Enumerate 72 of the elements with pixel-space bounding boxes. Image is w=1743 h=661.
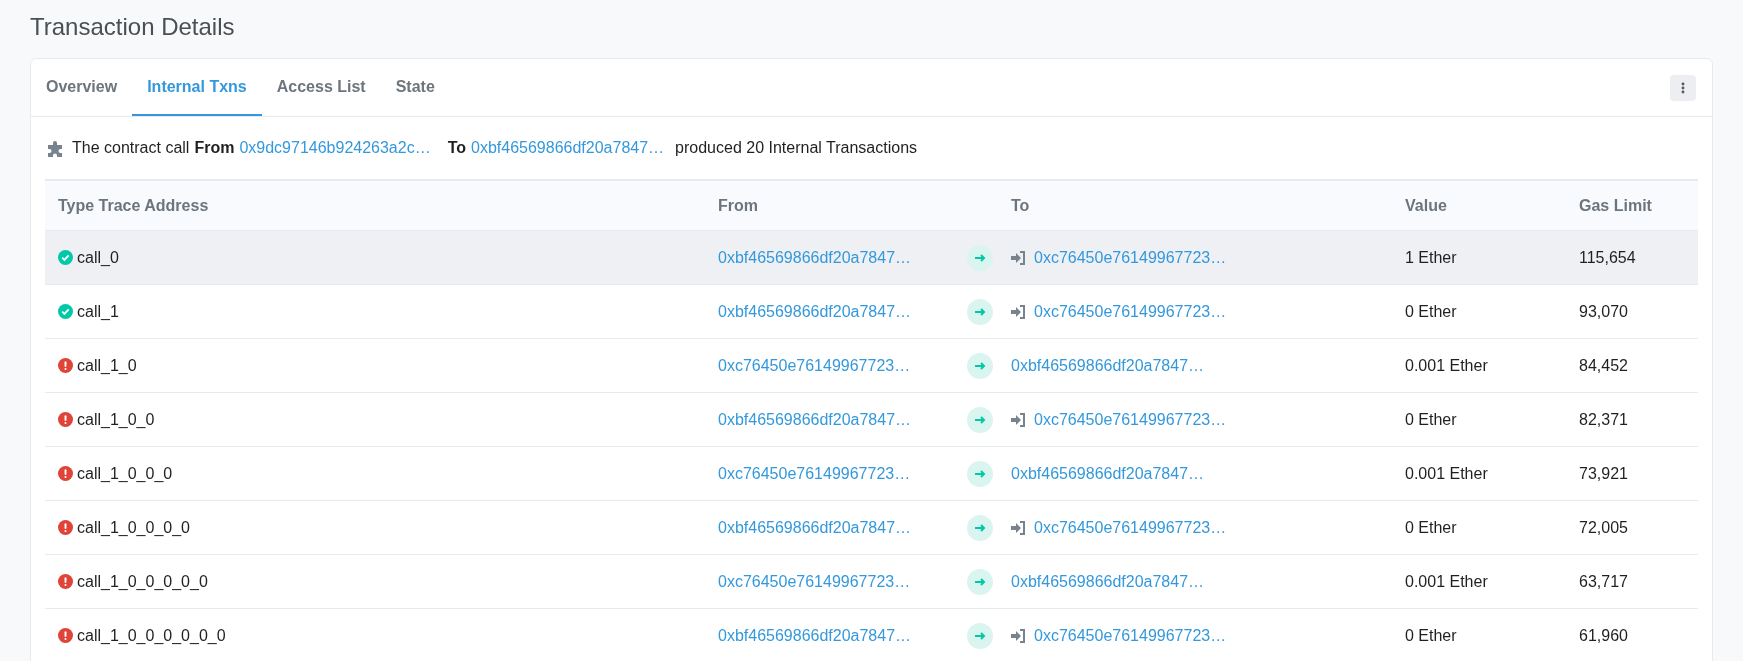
check-circle-icon <box>58 304 73 319</box>
summary-text: The contract call <box>72 138 190 158</box>
value-text: 0.001 Ether <box>1405 571 1489 592</box>
gas-limit-text: 115,654 <box>1579 247 1637 268</box>
gas-limit-text: 82,371 <box>1579 409 1629 430</box>
summary-text: produced 20 Internal Transactions <box>675 138 918 158</box>
exclamation-circle-icon <box>58 412 73 427</box>
gas-limit-text: 72,005 <box>1579 517 1629 538</box>
trace-address: call_1_0_0_0 <box>77 463 173 484</box>
trace-address: call_1_0_0_0_0_0_0 <box>77 625 226 646</box>
value-text: 0 Ether <box>1405 517 1458 538</box>
gas-limit-text: 93,070 <box>1579 301 1629 322</box>
sign-in-icon <box>1011 304 1026 319</box>
exclamation-circle-icon <box>58 628 73 643</box>
more-options-button[interactable] <box>1670 74 1696 101</box>
address-link[interactable]: 0xbf46569866df20a7847… <box>718 299 912 324</box>
address-link[interactable]: 0xc76450e76149967723… <box>718 461 911 486</box>
column-header: From <box>717 195 759 216</box>
address-link[interactable]: 0xbf46569866df20a7847… <box>1011 353 1205 378</box>
tab[interactable]: Internal Txns <box>132 59 262 116</box>
table-row[interactable]: call_0 0xbf46569866df20a7847… 0xc76450e76149967723… 1 Ether 115,654 <box>45 231 1698 285</box>
address-link[interactable]: 0xbf46569866df20a7847… <box>1011 569 1205 594</box>
sign-in-icon <box>1011 628 1026 643</box>
trace-address: call_1_0_0 <box>77 409 155 430</box>
value-text: 1 Ether <box>1405 247 1458 268</box>
value-text: 0.001 Ether <box>1405 463 1489 484</box>
gas-limit-text: 61,960 <box>1579 625 1629 646</box>
value-text: 0 Ether <box>1405 625 1458 646</box>
tab[interactable]: Overview <box>31 59 133 116</box>
to-label: To <box>447 138 467 158</box>
gas-limit-text: 63,717 <box>1579 571 1629 592</box>
sign-in-icon <box>1011 520 1026 535</box>
value-text: 0 Ether <box>1405 301 1458 322</box>
column-header: Value <box>1405 195 1448 216</box>
address-link[interactable]: 0xc76450e76149967723… <box>1034 407 1227 432</box>
address-link[interactable]: 0xc76450e76149967723… <box>1034 515 1227 540</box>
vertical-dots-icon <box>1681 81 1685 94</box>
address-link[interactable]: 0xc76450e76149967723… <box>718 569 911 594</box>
from-label: From <box>194 138 235 158</box>
gas-limit-text: 84,452 <box>1579 355 1629 376</box>
exclamation-circle-icon <box>58 520 73 535</box>
address-link[interactable]: 0xbf46569866df20a7847… <box>718 623 912 648</box>
sign-in-icon <box>1011 412 1026 427</box>
address-link[interactable]: 0xbf46569866df20a7847… <box>718 515 912 540</box>
trace-address: call_1_0 <box>77 355 137 376</box>
trace-address: call_0 <box>77 247 119 268</box>
address-link[interactable]: 0xc76450e76149967723… <box>1034 245 1227 270</box>
column-header: Type Trace Address <box>57 195 210 216</box>
trace-address: call_1_0_0_0_0_0 <box>77 571 208 592</box>
address-link[interactable]: 0xbf46569866df20a7847… <box>1011 461 1205 486</box>
to-address-link[interactable]: 0xbf46569866df20a7847… <box>471 136 665 160</box>
check-circle-icon <box>58 250 73 265</box>
exclamation-circle-icon <box>58 574 73 589</box>
trace-address: call_1 <box>77 301 119 322</box>
address-link[interactable]: 0xc76450e76149967723… <box>718 353 911 378</box>
address-link[interactable]: 0xbf46569866df20a7847… <box>718 407 912 432</box>
column-header: To <box>1011 195 1031 216</box>
value-text: 0 Ether <box>1405 409 1458 430</box>
tab[interactable]: State <box>380 59 450 116</box>
tab[interactable]: Access List <box>261 59 381 116</box>
address-link[interactable]: 0xc76450e76149967723… <box>1034 299 1227 324</box>
exclamation-circle-icon <box>58 466 73 481</box>
sign-in-icon <box>1011 250 1026 265</box>
page-title: Transaction Details <box>30 12 236 42</box>
address-link[interactable]: 0xbf46569866df20a7847… <box>718 245 912 270</box>
column-header: Gas Limit <box>1579 195 1653 216</box>
value-text: 0.001 Ether <box>1405 355 1489 376</box>
address-link[interactable]: 0xc76450e76149967723… <box>1034 623 1227 648</box>
from-address-link[interactable]: 0x9dc97146b924263a2c… <box>239 136 431 160</box>
gas-limit-text: 73,921 <box>1579 463 1629 484</box>
trace-address: call_1_0_0_0_0 <box>77 517 190 538</box>
exclamation-circle-icon <box>58 358 73 373</box>
